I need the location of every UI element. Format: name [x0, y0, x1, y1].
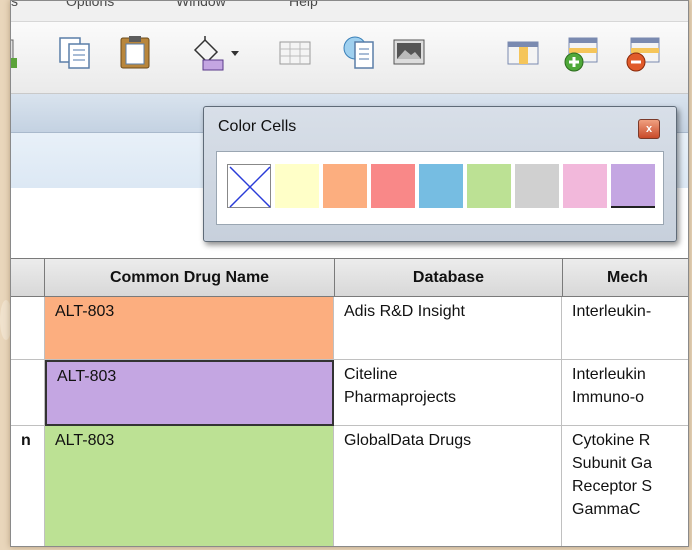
row3-mechanism-line: Subunit Ga [572, 455, 653, 472]
swatch-red[interactable] [371, 164, 415, 208]
swatch-gray[interactable] [515, 164, 559, 208]
column-header-0[interactable] [11, 258, 45, 297]
row3-database-line: GlobalData Drugs [344, 432, 472, 449]
color-cells-popup: Color Cells x [203, 106, 677, 242]
menu-item-file-fragment[interactable]: s [11, 1, 18, 9]
save-icon[interactable] [10, 34, 19, 72]
row1-drug-cell[interactable]: ALT-803 [45, 297, 334, 360]
swatch-purple-selected[interactable] [611, 164, 655, 208]
swatch-yellow[interactable] [275, 164, 319, 208]
image-icon[interactable] [391, 34, 427, 72]
row3-col0-cell[interactable]: n [11, 426, 45, 546]
row1-mechanism-line: Interleukin- [572, 303, 652, 320]
row1-database-line: Adis R&D Insight [344, 303, 465, 320]
column-header-mechanism[interactable]: Mech [562, 258, 688, 297]
menu-item-window[interactable]: Window [176, 1, 226, 9]
row2-col0-cell[interactable] [11, 360, 45, 426]
row1-mechanism-cell[interactable]: Interleukin- [562, 297, 688, 360]
swatch-blue[interactable] [419, 164, 463, 208]
row3-mechanism-line: Cytokine R [572, 432, 651, 449]
swatch-pink[interactable] [563, 164, 607, 208]
dropdown-arrow-icon[interactable] [227, 34, 243, 72]
export-document-icon[interactable] [341, 34, 377, 72]
menu-item-options[interactable]: Options [66, 1, 114, 9]
row2-drug-cell-selected[interactable]: ALT-803 [45, 360, 334, 426]
swatch-no-color[interactable] [227, 164, 271, 208]
menu-item-help[interactable]: Help [289, 1, 318, 9]
popup-title: Color Cells [218, 118, 297, 135]
copy-document-icon[interactable] [57, 34, 93, 72]
row2-mechanism-line: Immuno-o [572, 389, 645, 406]
row3-mechanism-cell[interactable]: Cytokine R Subunit Ga Receptor S GammaC [562, 426, 688, 546]
row1-col0-cell[interactable] [11, 297, 45, 360]
column-header-database[interactable]: Database [334, 258, 563, 297]
no-color-x-icon [229, 166, 271, 208]
row3-drug-cell[interactable]: ALT-803 [45, 426, 334, 546]
table-grid-icon[interactable] [277, 34, 313, 72]
toolbar [11, 22, 688, 94]
row1-database-cell[interactable]: Adis R&D Insight [334, 297, 562, 360]
row2-database-cell[interactable]: Citeline Pharmaprojects [334, 360, 562, 426]
menu-bar: s Options Window Help [11, 1, 688, 22]
color-swatch-panel [216, 151, 664, 225]
row2-database-line: Pharmaprojects [344, 389, 457, 406]
row3-database-cell[interactable]: GlobalData Drugs [334, 426, 562, 546]
results-table: Common Drug Name Database Mech ALT-803 A… [11, 258, 688, 546]
row2-mechanism-line: Interleukin [572, 366, 646, 383]
row2-database-line: Citeline [344, 366, 398, 383]
swatch-green[interactable] [467, 164, 511, 208]
app-window: s Options Window Help Common Drug Name D… [10, 0, 689, 547]
row2-mechanism-cell[interactable]: Interleukin Immuno-o [562, 360, 688, 426]
remove-row-icon[interactable] [625, 34, 661, 72]
clipboard-icon[interactable] [117, 34, 153, 72]
row3-mechanism-line: GammaC [572, 501, 641, 518]
close-icon[interactable]: x [638, 119, 660, 139]
fill-color-bucket-icon[interactable] [189, 34, 225, 72]
swatch-orange[interactable] [323, 164, 367, 208]
columns-table-icon[interactable] [505, 34, 541, 72]
column-header-common-drug-name[interactable]: Common Drug Name [44, 258, 335, 297]
add-row-icon[interactable] [563, 34, 599, 72]
row3-mechanism-line: Receptor S [572, 478, 653, 495]
